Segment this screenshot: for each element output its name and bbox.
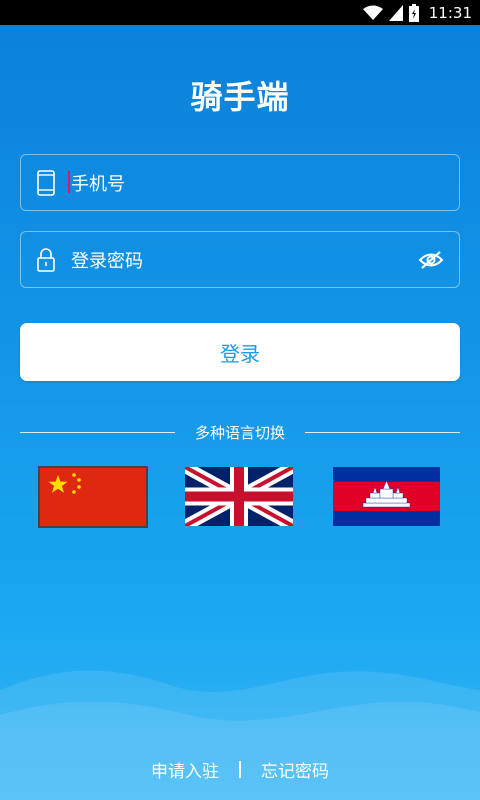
bottom-links: 申请入驻 忘记密码: [0, 756, 480, 782]
phone-input[interactable]: 手机号: [68, 170, 459, 196]
password-field[interactable]: 登录密码: [20, 231, 460, 288]
divider-line-left: [20, 431, 175, 433]
battery-icon: [408, 3, 419, 22]
forgot-password-link[interactable]: 忘记密码: [261, 757, 329, 782]
lock-icon: [21, 247, 71, 272]
password-input[interactable]: 登录密码: [71, 247, 403, 273]
status-bar: 11:31: [0, 0, 480, 25]
link-separator: [239, 760, 241, 778]
phone-icon: [21, 169, 71, 196]
wifi-icon: [362, 5, 383, 21]
apply-link[interactable]: 申请入驻: [151, 757, 219, 782]
page-title: 骑手端: [190, 78, 290, 116]
cambodia-flag[interactable]: [333, 467, 440, 526]
signal-icon: [388, 4, 403, 21]
divider-line-right: [305, 431, 460, 433]
phone-field[interactable]: 手机号: [20, 154, 460, 211]
clock: 11:31: [428, 3, 472, 22]
language-divider: 多种语言切换: [20, 421, 460, 443]
login-button[interactable]: 登录: [20, 323, 460, 381]
uk-flag[interactable]: [182, 461, 296, 532]
eye-off-icon[interactable]: [403, 250, 459, 270]
language-switch-label: 多种语言切换: [194, 423, 285, 442]
china-flag[interactable]: [38, 466, 148, 528]
